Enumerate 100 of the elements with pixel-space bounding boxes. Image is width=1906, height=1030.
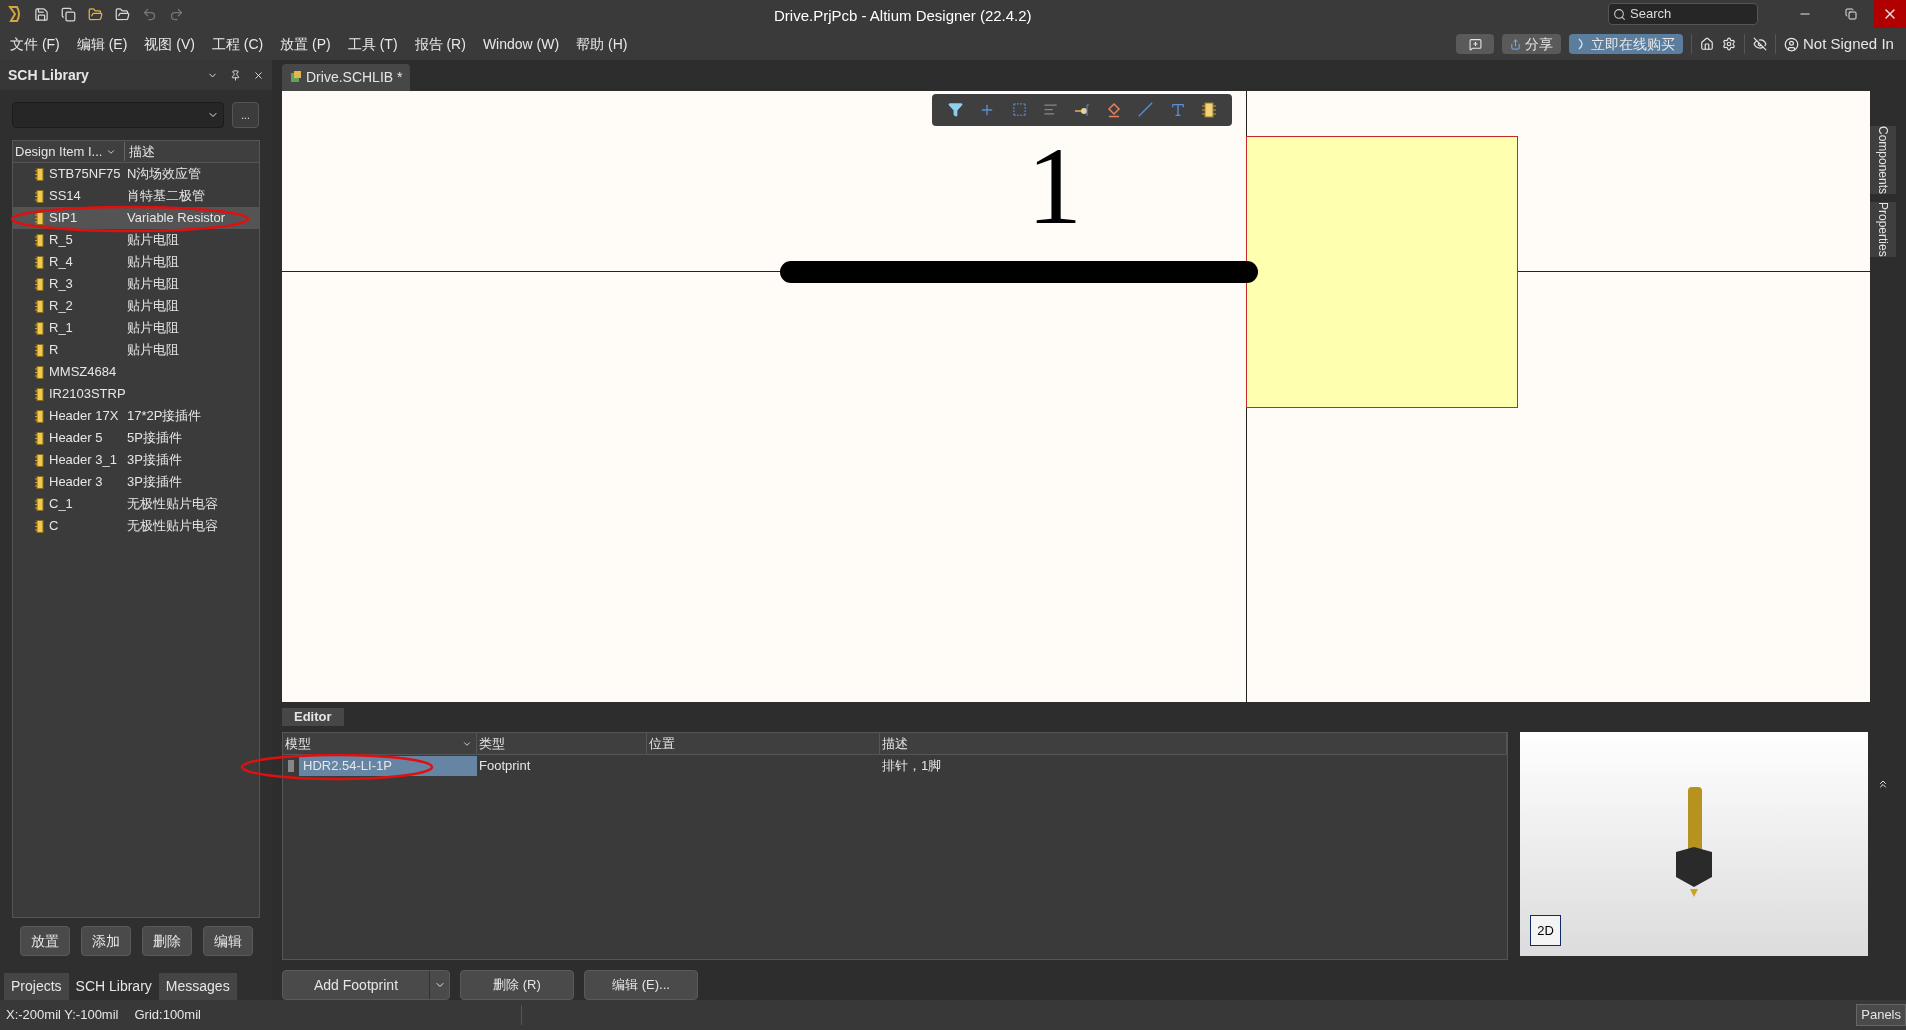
library-item[interactable]: C 无极性贴片电容 (13, 515, 259, 537)
close-icon[interactable] (253, 69, 264, 81)
library-item[interactable]: STB75NF75 N沟场效应管 (13, 163, 259, 185)
text-icon[interactable] (1169, 101, 1186, 118)
search-input[interactable]: Search (1630, 4, 1750, 24)
cursor-coordinates: X:-200mil Y:-100mil (5, 1006, 119, 1025)
component-icon (35, 233, 45, 247)
menu-item[interactable]: 工具 (T) (347, 33, 398, 55)
model-preview[interactable]: 2D (1520, 732, 1868, 956)
edit-button[interactable]: 编辑 (E)... (584, 970, 698, 1000)
pin-icon[interactable] (1074, 101, 1090, 118)
column-header[interactable]: Design Item I... (13, 141, 125, 162)
schematic-canvas[interactable]: 1 (282, 90, 1870, 703)
library-item[interactable]: Header 3_1 3P接插件 (13, 449, 259, 471)
library-item[interactable]: IR2103STRP (13, 383, 259, 405)
column-header[interactable]: 描述 (125, 141, 155, 162)
add-footprint-button[interactable]: Add Footprint (282, 970, 450, 1000)
item-description: 3P接插件 (127, 451, 182, 470)
item-name: R_2 (49, 297, 74, 316)
menu-item[interactable]: 文件 (F) (10, 33, 60, 55)
align-icon[interactable] (1042, 102, 1058, 118)
library-item[interactable]: C_1 无极性贴片电容 (13, 493, 259, 515)
item-name: R_5 (49, 231, 74, 250)
home-icon[interactable] (1700, 37, 1714, 51)
menu-item[interactable]: 放置 (P) (280, 33, 331, 55)
component-icon (35, 409, 45, 423)
buy-online-button[interactable]: 立即在线购买 (1569, 34, 1683, 54)
app-logo-icon (8, 5, 22, 23)
component-icon (35, 167, 45, 181)
item-description: Variable Resistor (127, 209, 226, 228)
document-tab[interactable]: Drive.SCHLIB * (282, 63, 411, 91)
folder-icon[interactable] (88, 6, 103, 22)
item-description: 贴片电阻 (127, 253, 179, 272)
redo-icon[interactable] (169, 6, 184, 22)
component-icon (35, 387, 45, 401)
panel-tab[interactable]: Projects (4, 973, 69, 1000)
item-description: 3P接插件 (127, 473, 182, 492)
feedback-button[interactable] (1456, 34, 1494, 54)
item-name: Header 3 (49, 473, 104, 492)
library-item[interactable]: R_5 贴片电阻 (13, 229, 259, 251)
user-account-button[interactable]: Not Signed In (1784, 32, 1906, 56)
library-item[interactable]: R_4 贴片电阻 (13, 251, 259, 273)
line-icon[interactable] (1138, 102, 1154, 118)
2d-view-button[interactable]: 2D (1530, 915, 1561, 946)
library-item[interactable]: R_3 贴片电阻 (13, 273, 259, 295)
menu-item[interactable]: 编辑 (E) (76, 33, 128, 55)
pin-icon[interactable] (230, 69, 241, 81)
menu-item[interactable]: Window (W) (482, 33, 560, 55)
comment-icon (1468, 37, 1482, 51)
side-tab[interactable]: Properties (1870, 202, 1896, 257)
collapse-icon[interactable] (1877, 778, 1889, 790)
browse-button[interactable]: ... (232, 102, 259, 128)
search-field[interactable]: Search (1608, 3, 1758, 25)
library-item[interactable]: MMSZ4684 (13, 361, 259, 383)
component-icon (35, 277, 45, 291)
menu-item[interactable]: 帮助 (H) (576, 33, 628, 55)
menu-item[interactable]: 工程 (C) (211, 33, 264, 55)
library-item[interactable]: R_2 贴片电阻 (13, 295, 259, 317)
editor-tab[interactable]: Editor (282, 708, 344, 726)
library-item[interactable]: R 贴片电阻 (13, 339, 259, 361)
library-item[interactable]: Header 17X 17*2P接插件 (13, 405, 259, 427)
panel-button[interactable]: 放置 (19, 926, 70, 956)
item-description: 5P接插件 (127, 429, 182, 448)
menu-item[interactable]: 视图 (V) (144, 33, 195, 55)
library-item[interactable]: Header 3 3P接插件 (13, 471, 259, 493)
undo-icon[interactable] (142, 6, 157, 22)
save-icon[interactable] (34, 6, 49, 22)
column-header[interactable]: 位置 (647, 733, 880, 754)
side-tab[interactable]: Components (1870, 126, 1896, 195)
item-description: 无极性贴片电容 (127, 517, 218, 536)
share-icon (1510, 38, 1521, 50)
hidden-icon[interactable] (1753, 37, 1767, 51)
library-item[interactable]: Header 5 5P接插件 (13, 427, 259, 449)
document-tab-label: Drive.SCHLIB * (306, 67, 403, 87)
model-row[interactable]: HDR2.54-LI-1P Footprint 排针，1脚 (283, 755, 1507, 777)
menu-item[interactable]: 报告 (R) (414, 33, 466, 55)
component-icon[interactable] (1201, 101, 1216, 118)
filter-icon[interactable] (948, 102, 964, 118)
panels-button[interactable]: Panels (1856, 1004, 1906, 1026)
library-item[interactable]: SS14 肖特基二极管 (13, 185, 259, 207)
pin-designator: 1 (1027, 130, 1082, 241)
settings-icon[interactable] (1722, 37, 1736, 51)
item-description: N沟场效应管 (127, 165, 202, 184)
remove-button[interactable]: 删除 (R) (460, 970, 574, 1000)
panel-button[interactable]: 添加 (80, 926, 131, 956)
eraser-icon[interactable] (1106, 101, 1123, 118)
column-header[interactable]: 类型 (477, 733, 647, 754)
panel-tab[interactable]: Messages (158, 973, 237, 1000)
panel-button[interactable]: 编辑 (202, 926, 253, 956)
column-header[interactable]: 描述 (880, 733, 1507, 754)
column-header[interactable]: 模型 (283, 733, 477, 754)
item-name: Header 5 (49, 429, 104, 448)
item-name: IR2103STRP (49, 385, 127, 404)
folder-icon[interactable] (115, 6, 130, 22)
library-item[interactable]: R_1 贴片电阻 (13, 317, 259, 339)
item-name: R_4 (49, 253, 74, 272)
panel-button[interactable]: 删除 (141, 926, 192, 956)
component-icon (35, 189, 45, 203)
share-button[interactable]: 分享 (1502, 34, 1561, 54)
save-all-icon[interactable] (61, 6, 76, 22)
